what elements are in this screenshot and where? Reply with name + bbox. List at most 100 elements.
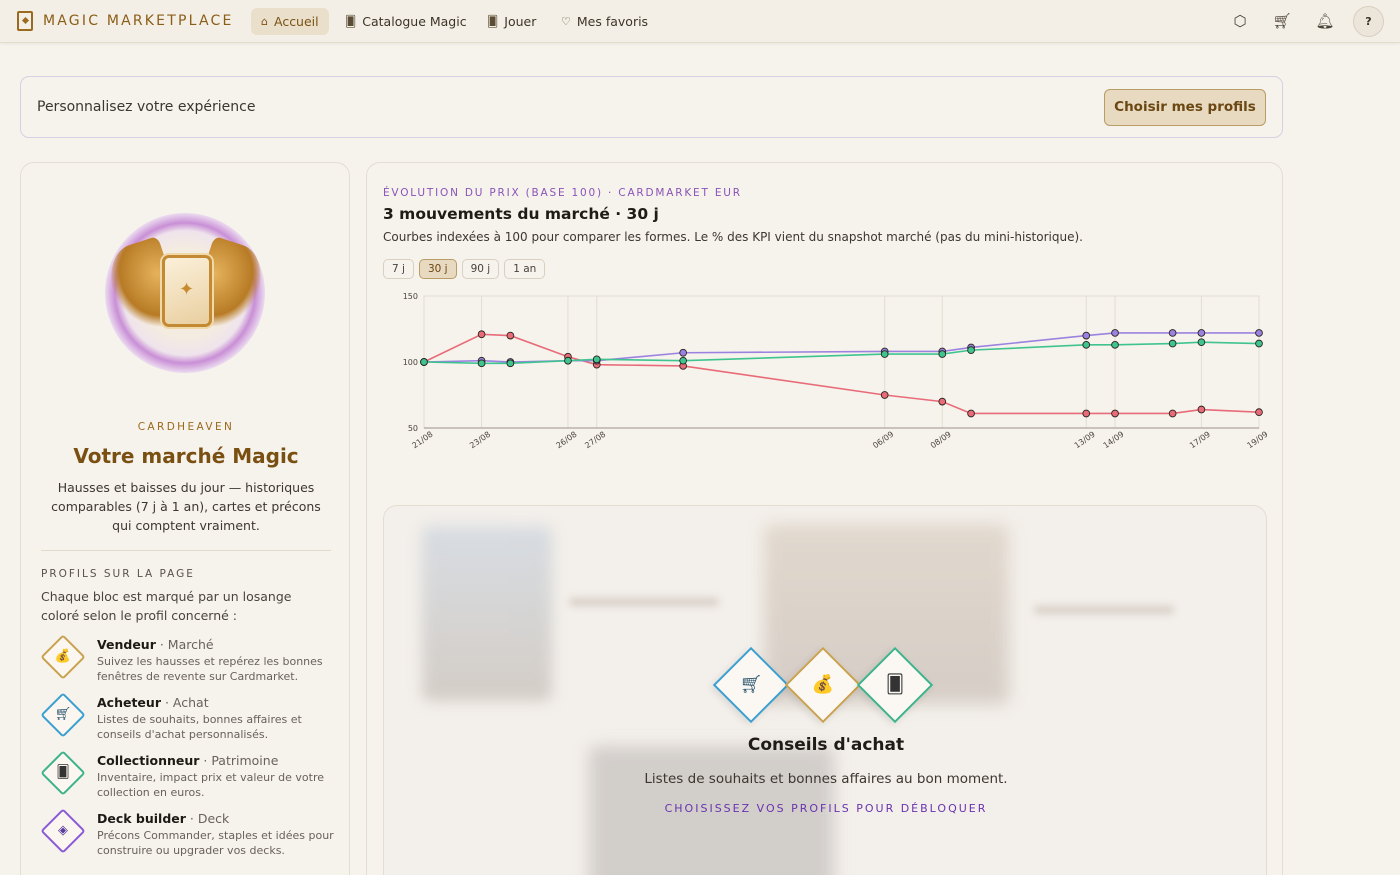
series-point (1082, 331, 1091, 340)
nav-link-label: Mes favoris (576, 14, 649, 29)
locked-buy-advice-panel: 🛒︎ 💰 🂠 Conseils d'achat Listes de souhai… (383, 505, 1267, 875)
cards-icon: 🂠 (345, 15, 357, 28)
nav-link-accueil[interactable]: ⌂ Accueil (251, 8, 329, 35)
x-tick-label: 13/09 (1073, 430, 1097, 451)
cart-icon[interactable]: 🛒︎ (1271, 10, 1293, 32)
personalize-banner: Personnalisez votre expérience Choisir m… (20, 76, 1283, 138)
locked-description: Listes de souhaits et bonnes affaires au… (644, 771, 1008, 787)
banner-text: Personnalisez votre expérience (37, 99, 256, 115)
profiles-heading: PROFILS SUR LA PAGE (41, 568, 195, 580)
money-bag-icon: 💰 (54, 649, 72, 664)
brand-logo[interactable]: MAGIC MARKETPLACE (17, 11, 234, 31)
nav-link-label: Catalogue Magic (362, 14, 467, 29)
profile-diamond: ◈ (40, 808, 86, 854)
profile-name: Collectionneur (97, 753, 200, 768)
profile-description: Suivez les hausses et repérez les bonnes… (97, 655, 323, 683)
profile-name: Vendeur (97, 637, 156, 652)
series-point (1197, 405, 1206, 414)
y-tick-label: 100 (403, 358, 418, 367)
profile-tag: Marché (167, 637, 214, 652)
series-point (938, 350, 947, 358)
nav-link-favoris[interactable]: ♡ Mes favoris (551, 8, 658, 35)
help-avatar-button[interactable]: ? (1353, 6, 1384, 37)
series-point (1255, 408, 1263, 417)
nav-link-catalogue[interactable]: 🂠 Catalogue Magic (335, 8, 477, 35)
profile-tag: Achat (172, 695, 209, 710)
range-30j-button[interactable]: 30 j (418, 259, 457, 279)
profile-tag: Deck (197, 811, 230, 826)
profile-badge: 🛒︎ (712, 646, 790, 724)
profile-name: Acheteur (97, 695, 161, 710)
cart-icon: 🛒︎ (739, 674, 763, 695)
sidebar-description: Hausses et baisses du jour — historiques… (51, 480, 321, 533)
profile-badge: 🂠 (856, 646, 934, 724)
profiles-intro: Chaque bloc est marqué par un losange co… (41, 589, 292, 623)
unlock-profiles-link[interactable]: CHOISISSEZ VOS PROFILS POUR DÉBLOQUER (384, 802, 1266, 815)
series-point (564, 356, 572, 365)
series-point (1197, 338, 1206, 347)
profile-description: Listes de souhaits, bonnes affaires et c… (97, 713, 302, 741)
divider (41, 550, 331, 551)
profile-badge: 💰 (784, 646, 862, 724)
choose-profiles-button[interactable]: Choisir mes profils (1104, 89, 1266, 126)
x-tick-label: 06/09 (871, 430, 895, 451)
blurred-text (569, 598, 719, 606)
range-1an-button[interactable]: 1 an (504, 259, 546, 279)
home-icon: ⌂ (261, 15, 268, 28)
profile-tag: Patrimoine (211, 753, 279, 768)
series-point (477, 359, 486, 368)
profile-acheteur: 🛒︎ Acheteur · Achat Listes de souhaits, … (40, 692, 341, 745)
brand-sidebar: ✦ CARDHEAVEN Votre marché Magic Hausses … (20, 162, 350, 875)
series-point (1111, 340, 1119, 349)
series-point (506, 359, 515, 368)
nav-link-label: Accueil (273, 14, 319, 29)
x-tick-label: 08/09 (929, 430, 953, 451)
series-point (880, 350, 889, 358)
series-point (592, 355, 601, 364)
y-tick-label: 150 (403, 292, 418, 301)
chart-kicker: ÉVOLUTION DU PRIX (BASE 100) · CARDMARKE… (383, 187, 742, 199)
cards-icon: 🂠 (56, 765, 70, 780)
x-tick-label: 19/09 (1246, 430, 1270, 451)
cards-icon: 🂠 (487, 15, 499, 28)
series-point (967, 409, 975, 418)
cart-icon: 🛒︎ (54, 707, 72, 722)
profile-collectionneur: 🂠 Collectionneur · Patrimoine Inventaire… (40, 750, 341, 803)
series-point (880, 391, 889, 399)
x-tick-label: 26/08 (555, 430, 579, 451)
profile-badges: 🛒︎ 💰 🂠 (712, 646, 934, 724)
chart-title: 3 mouvements du marché · 30 j (383, 205, 659, 223)
x-tick-label: 14/09 (1102, 430, 1126, 451)
brand-logo-icon (17, 11, 33, 31)
series-point (1168, 409, 1177, 418)
profile-deck-builder: ◈ Deck builder · Deck Précons Commander,… (40, 808, 341, 861)
money-bag-icon: 💰 (811, 674, 835, 695)
series-point (1255, 339, 1263, 348)
profile-description: Précons Commander, staples et idées pour… (97, 829, 334, 857)
profile-vendeur: 💰 Vendeur · Marché Suivez les hausses et… (40, 634, 341, 687)
box-icon[interactable]: ⬡ (1229, 10, 1251, 32)
series-point (1168, 339, 1177, 348)
y-tick-label: 50 (408, 424, 418, 433)
nav-link-jouer[interactable]: 🂠 Jouer (477, 8, 546, 35)
market-moves-card: ÉVOLUTION DU PRIX (BASE 100) · CARDMARKE… (366, 162, 1283, 875)
blurred-text (1034, 606, 1174, 614)
series-line-3 (423, 341, 1260, 365)
series-line-1 (423, 333, 1260, 415)
range-90j-button[interactable]: 90 j (461, 259, 500, 279)
x-tick-label: 27/08 (583, 430, 607, 451)
cards-icon: 🂠 (885, 674, 905, 695)
series-point (1111, 329, 1119, 337)
nav-link-label: Jouer (504, 14, 537, 29)
range-7j-button[interactable]: 7 j (383, 259, 414, 279)
series-point (1197, 329, 1206, 337)
series-line-2 (423, 332, 1259, 363)
profile-name: Deck builder (97, 811, 186, 826)
series-point (420, 358, 428, 366)
price-index-chart: 5010015021/08 23/08 26/08 27/08 06/09 08/09 13… (403, 292, 1270, 451)
series-point (1082, 340, 1091, 349)
bell-icon[interactable]: 🔔︎ (1314, 10, 1336, 32)
series-point (1168, 329, 1177, 337)
series-point (679, 348, 687, 357)
series-point (1082, 409, 1091, 418)
